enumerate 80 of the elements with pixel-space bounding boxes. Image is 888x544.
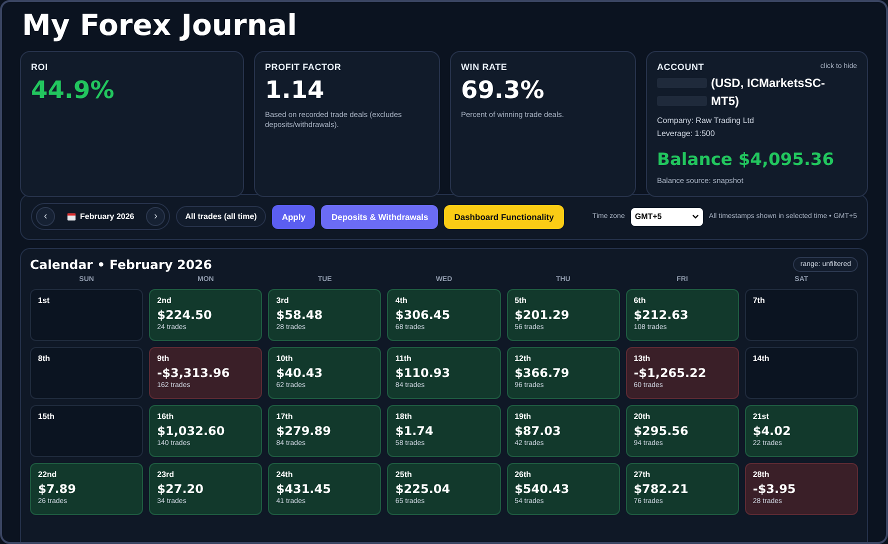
previous-button[interactable]: ‹ <box>36 207 55 226</box>
day-number: 5th <box>514 296 528 305</box>
account-name: (USD, ICMarketsSC- <box>711 76 826 90</box>
day-cell[interactable]: 7th <box>744 288 858 341</box>
day-number: 16th <box>157 412 175 421</box>
action-button[interactable]: Deposits & Withdrawals <box>321 204 438 229</box>
day-pnl: -$3,313.96 <box>157 366 231 380</box>
day-number: 17th <box>276 412 294 421</box>
day-pnl: $540.43 <box>514 482 570 496</box>
day-pnl: $224.50 <box>157 308 213 322</box>
day-number: 1st <box>38 296 51 305</box>
balance-value: Balance $4,095.36 <box>657 150 836 170</box>
filter-chip[interactable]: All trades (all time) <box>176 206 266 228</box>
day-pnl: $58.48 <box>276 308 324 322</box>
day-pnl: $110.93 <box>395 366 452 380</box>
calendar-title: Calendar • February 2026 <box>30 256 212 272</box>
stat-value: 1.14 <box>265 76 326 104</box>
day-cell[interactable]: 15th <box>30 404 144 457</box>
account-name: MT5) <box>711 94 739 108</box>
day-pnl: $782.21 <box>634 482 690 496</box>
month-label: February 2026 <box>61 212 140 222</box>
company-text: Company: Raw Trading Ltd <box>657 116 755 125</box>
day-pnl: -$3.95 <box>752 482 797 496</box>
card-label: PROFIT FACTOR <box>265 62 342 72</box>
day-pnl: $1,032.60 <box>157 424 226 438</box>
day-number: 21st <box>752 412 770 421</box>
day-number: 6th <box>634 296 647 305</box>
day-number: 3rd <box>276 296 290 305</box>
day-number: 12th <box>514 354 532 363</box>
day-pnl: $212.63 <box>634 308 690 322</box>
day-number: 9th <box>157 354 170 363</box>
day-pnl: $27.20 <box>157 482 204 496</box>
day-number: 25th <box>395 470 413 479</box>
day-number: 4th <box>395 296 408 305</box>
day-pnl: $4.02 <box>752 424 792 438</box>
day-number: 18th <box>395 412 413 421</box>
day-pnl: $279.89 <box>276 424 332 438</box>
day-number: 8th <box>38 354 51 363</box>
day-number: 24th <box>276 470 294 479</box>
action-button[interactable]: Dashboard Functionality <box>444 204 564 229</box>
next-button[interactable]: › <box>146 207 166 226</box>
page-title: My Forex Journal <box>21 8 298 43</box>
day-pnl: $306.45 <box>395 308 452 322</box>
day-pnl: $366.79 <box>514 366 570 380</box>
day-pnl: $1.74 <box>395 424 434 438</box>
day-number: 15th <box>38 412 56 421</box>
card-label: WIN RATE <box>461 62 508 72</box>
calendar-icon <box>67 212 76 222</box>
card-label: ACCOUNT <box>657 62 704 72</box>
day-number: 10th <box>276 354 294 363</box>
day-pnl: $87.03 <box>514 424 562 438</box>
timezone-select[interactable]: GMT+5 <box>630 208 703 226</box>
day-pnl: $40.43 <box>276 366 324 380</box>
day-number: 14th <box>752 354 770 363</box>
day-number: 7th <box>752 296 766 305</box>
day-number: 26th <box>514 470 532 479</box>
chevron-icon <box>692 214 699 220</box>
day-cell[interactable]: 1st <box>30 288 144 341</box>
day-number: 20th <box>634 412 652 421</box>
day-number: 2nd <box>157 296 172 305</box>
day-number: 23rd <box>157 470 176 479</box>
day-pnl: $431.45 <box>276 482 332 496</box>
day-number: 19th <box>514 412 532 421</box>
action-button[interactable]: Apply <box>272 204 316 229</box>
day-cell[interactable]: 8th <box>30 346 144 399</box>
day-number: 11th <box>395 354 412 363</box>
card-label: ROI <box>31 62 48 72</box>
day-pnl: $295.56 <box>634 424 690 438</box>
day-number: 13th <box>634 354 652 363</box>
day-pnl: $225.04 <box>395 482 452 496</box>
day-pnl: -$1,265.22 <box>634 366 708 380</box>
day-number: 27th <box>634 470 652 479</box>
day-number: 28th <box>752 470 770 479</box>
stat-value: 69.3% <box>461 76 546 104</box>
day-cell[interactable]: 14th <box>744 346 858 399</box>
day-pnl: $7.89 <box>38 482 77 496</box>
day-number: 22nd <box>38 470 58 479</box>
day-pnl: $201.29 <box>514 308 570 322</box>
stat-value: 44.9% <box>31 76 116 104</box>
leverage-text: Leverage: 1:500 <box>657 128 716 138</box>
